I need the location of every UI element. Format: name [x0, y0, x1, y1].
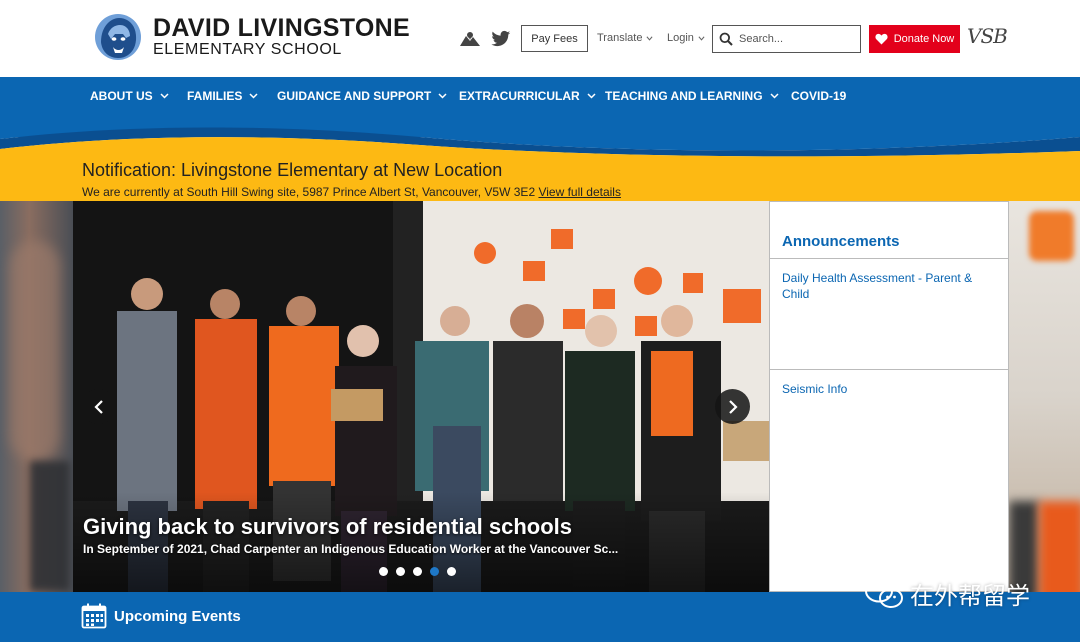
school-name-line1: DAVID LIVINGSTONE — [153, 14, 410, 42]
slider-dot-5[interactable] — [447, 567, 456, 576]
chevron-down-icon — [438, 93, 447, 99]
slider-next-button[interactable] — [715, 389, 750, 424]
nav-item-covid-19[interactable]: COVID-19 — [791, 89, 846, 103]
calendar-icon — [81, 603, 107, 629]
nav-item-guidance-and-support[interactable]: GUIDANCE AND SUPPORT — [277, 89, 447, 103]
login-dropdown[interactable]: Login — [667, 32, 705, 44]
chevron-down-icon — [249, 93, 258, 99]
search-box[interactable] — [712, 25, 861, 53]
heart-icon — [875, 33, 888, 45]
vsb-logo[interactable]: VSB — [967, 24, 1008, 48]
divider — [770, 258, 1008, 259]
announcement-item-daily-health[interactable]: Daily Health Assessment - Parent & Child — [782, 270, 992, 302]
nav-item-label: TEACHING AND LEARNING — [605, 89, 763, 103]
slider-dot-2[interactable] — [396, 567, 405, 576]
school-logo-icon[interactable] — [93, 12, 143, 62]
announcements-title: Announcements — [782, 233, 900, 250]
donate-now-button[interactable]: Donate Now — [869, 25, 960, 53]
translate-label: Translate — [597, 32, 643, 44]
nav-item-label: EXTRACURRICULAR — [459, 89, 580, 103]
chevron-down-icon — [587, 93, 596, 99]
nav-item-extracurricular[interactable]: EXTRACURRICULAR — [459, 89, 596, 103]
notification-text: We are currently at South Hill Swing sit… — [82, 185, 621, 199]
nav-item-label: GUIDANCE AND SUPPORT — [277, 89, 432, 103]
school-name-line2: ELEMENTARY SCHOOL — [153, 41, 342, 58]
nav-item-teaching-and-learning[interactable]: TEACHING AND LEARNING — [605, 89, 779, 103]
slider-dot-3[interactable] — [413, 567, 422, 576]
chevron-down-icon — [698, 35, 705, 41]
search-icon[interactable] — [719, 32, 733, 46]
notification-text-body: We are currently at South Hill Swing sit… — [82, 185, 536, 199]
wechat-icon — [865, 579, 903, 608]
announcements-panel: Announcements Daily Health Assessment - … — [769, 201, 1009, 592]
slider-dots — [379, 567, 456, 576]
translate-dropdown[interactable]: Translate — [597, 32, 653, 44]
divider — [770, 369, 1008, 370]
slider-dot-4[interactable] — [430, 567, 439, 576]
chevron-left-icon — [93, 399, 103, 414]
nav-item-label: COVID-19 — [791, 89, 847, 103]
slide-title[interactable]: Giving back to survivors of residential … — [83, 514, 572, 540]
hero-slide[interactable]: Giving back to survivors of residential … — [73, 201, 769, 592]
site-header: DAVID LIVINGSTONE ELEMENTARY SCHOOL Pay … — [0, 0, 1080, 77]
chevron-down-icon — [160, 93, 169, 99]
nav-item-label: FAMILIES — [187, 89, 243, 103]
donate-label: Donate Now — [893, 33, 955, 45]
chevron-down-icon — [646, 35, 653, 41]
watermark-text: 在外帮留学 — [910, 583, 1030, 610]
announcement-item-seismic-info[interactable]: Seismic Info — [782, 381, 992, 397]
notification-title: Notification: Livingstone Elementary at … — [82, 160, 503, 180]
upcoming-events-label: Upcoming Events — [114, 608, 241, 625]
slider-preview-left — [0, 201, 73, 592]
slider-dot-1[interactable] — [379, 567, 388, 576]
pay-fees-button[interactable]: Pay Fees — [521, 25, 588, 52]
twitter-icon[interactable] — [491, 30, 511, 48]
chevron-down-icon — [770, 93, 779, 99]
nav-item-about-us[interactable]: ABOUT US — [90, 89, 169, 103]
search-input[interactable] — [739, 33, 849, 45]
chevron-right-icon — [728, 399, 738, 414]
watermark: 在外帮留学 — [864, 576, 1030, 611]
school-name[interactable]: DAVID LIVINGSTONE ELEMENTARY SCHOOL — [153, 15, 410, 59]
nav-item-families[interactable]: FAMILIES — [187, 89, 258, 103]
login-label: Login — [667, 32, 694, 44]
map-icon[interactable] — [460, 30, 480, 48]
slider-preview-right — [1009, 201, 1080, 592]
slide-text: In September of 2021, Chad Carpenter an … — [83, 542, 619, 556]
view-full-details-link[interactable]: View full details — [538, 185, 621, 199]
nav-item-label: ABOUT US — [90, 89, 153, 103]
slider-prev-button[interactable] — [81, 389, 116, 424]
